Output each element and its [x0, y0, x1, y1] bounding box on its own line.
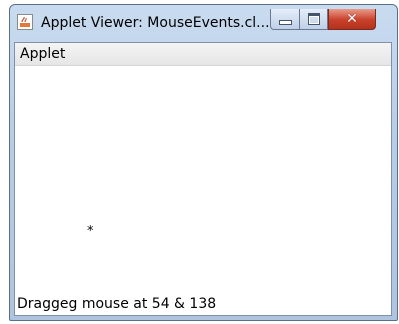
maximize-icon — [307, 13, 320, 25]
minimize-icon — [278, 19, 292, 25]
menu-applet[interactable]: Applet — [20, 46, 65, 62]
maximize-button[interactable] — [300, 9, 328, 30]
window-title: Applet Viewer: MouseEvents.cl... — [41, 15, 270, 31]
java-applet-icon — [17, 14, 33, 30]
title-bar[interactable]: Applet Viewer: MouseEvents.cl... ✕ — [10, 5, 397, 39]
close-icon: ✕ — [346, 11, 358, 27]
status-bar: Draggeg mouse at 54 & 138 — [15, 295, 391, 315]
applet-viewer-window: Applet Viewer: MouseEvents.cl... ✕ Apple… — [9, 4, 398, 321]
applet-client-area: Applet * Draggeg mouse at 54 & 138 — [14, 42, 392, 316]
applet-canvas[interactable]: * — [15, 66, 391, 295]
close-button[interactable]: ✕ — [328, 9, 376, 30]
minimize-button[interactable] — [270, 9, 300, 30]
menu-bar: Applet — [15, 43, 391, 66]
status-text: Draggeg mouse at 54 & 138 — [17, 296, 217, 312]
mouse-position-marker: * — [87, 224, 94, 239]
